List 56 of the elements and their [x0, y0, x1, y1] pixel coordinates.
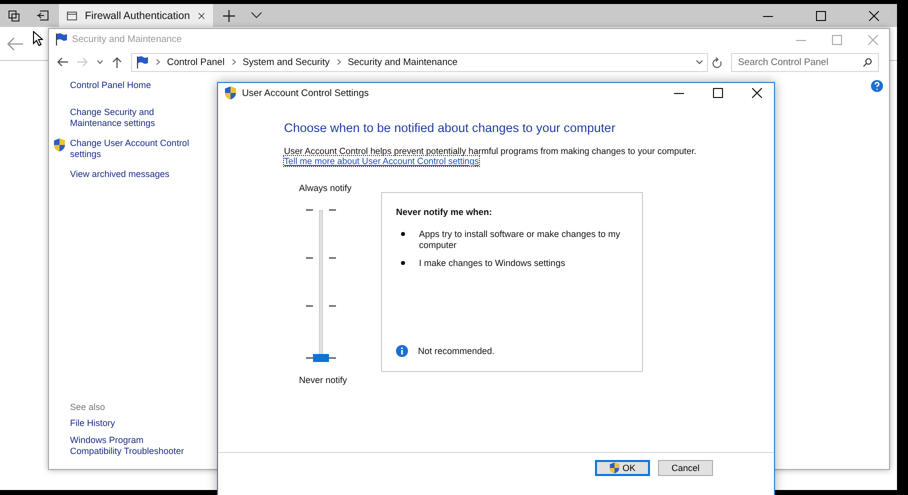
close-icon[interactable]	[752, 88, 762, 98]
info-heading: Never notify me when:	[396, 207, 494, 217]
ok-button[interactable]: OK	[595, 460, 650, 476]
cancel-button[interactable]: Cancel	[658, 460, 713, 476]
sidebar-link[interactable]: View archived messages	[70, 169, 192, 180]
tab-stack-icon[interactable]	[8, 10, 20, 22]
new-tab-icon[interactable]	[223, 10, 235, 22]
help-icon[interactable]	[871, 80, 883, 92]
window-title: Security and Maintenance	[72, 34, 182, 45]
search-icon	[863, 58, 872, 66]
breadcrumb-item[interactable]: Security and Maintenance	[348, 56, 458, 68]
chevron-right-icon	[336, 59, 341, 65]
chevron-right-icon	[232, 59, 236, 65]
shield-icon	[224, 86, 237, 100]
sidebar-link[interactable]: Change Security and Maintenance settings	[70, 107, 192, 129]
slider-thumb[interactable]	[313, 354, 329, 362]
set-aside-tabs-icon[interactable]	[36, 10, 49, 21]
sidebar-link[interactable]: Change User Account Control settings	[70, 138, 192, 160]
close-tab-icon[interactable]	[198, 10, 205, 20]
refresh-icon[interactable]	[712, 56, 722, 68]
dialog-heading: Choose when to be notified about changes to your computer	[284, 121, 616, 135]
flag-icon	[55, 33, 68, 46]
shield-icon	[609, 462, 620, 474]
section-heading: See also	[70, 402, 106, 412]
slider-label: Never notify	[299, 375, 348, 385]
chevron-down-icon[interactable]	[696, 60, 703, 64]
chevron-down-icon[interactable]	[97, 60, 103, 64]
info-icon	[396, 345, 408, 357]
bullet-text: Apps try to install software or make changes to my computer	[419, 229, 622, 251]
chevron-right-icon	[156, 59, 160, 65]
breadcrumb-item[interactable]: Control Panel	[167, 56, 225, 68]
slider-label: Always notify	[299, 183, 352, 193]
bullet-icon	[401, 232, 405, 236]
sidebar-link[interactable]: File History	[70, 418, 192, 429]
sidebar-link[interactable]: Windows Program Compatibility Troubleshooter	[70, 435, 192, 457]
help-link[interactable]: Tell me more about User Account Control settings	[284, 156, 479, 166]
sidebar-link[interactable]: Control Panel Home	[70, 80, 192, 91]
flag-icon	[136, 56, 149, 68]
warning-note: Not recommended.	[418, 346, 495, 356]
description-text: User Account Control helps prevent potentially harmful programs from making changes to your computer.	[284, 146, 698, 156]
search-field[interactable]: Search Control Panel	[731, 52, 879, 72]
window-title: User Account Control Settings	[242, 88, 369, 98]
close-icon[interactable]	[869, 10, 879, 20]
page-icon	[67, 10, 77, 22]
shield-icon	[53, 138, 66, 152]
browser-tab[interactable]: Firewall Authentication	[59, 4, 213, 27]
address-bar[interactable]: Control Panel System and Security Security and Maintenance	[131, 52, 708, 72]
breadcrumb-item[interactable]: System and Security	[242, 56, 330, 68]
bullet-icon	[401, 261, 405, 265]
up-arrow-icon[interactable]	[112, 56, 122, 68]
mouse-cursor-icon	[33, 31, 43, 46]
bullet-text: I make changes to Windows settings	[419, 258, 566, 269]
chevron-down-icon[interactable]	[251, 12, 262, 19]
maximize-icon[interactable]	[713, 88, 723, 98]
maximize-icon[interactable]	[816, 10, 826, 20]
back-arrow-icon[interactable]	[57, 57, 68, 67]
